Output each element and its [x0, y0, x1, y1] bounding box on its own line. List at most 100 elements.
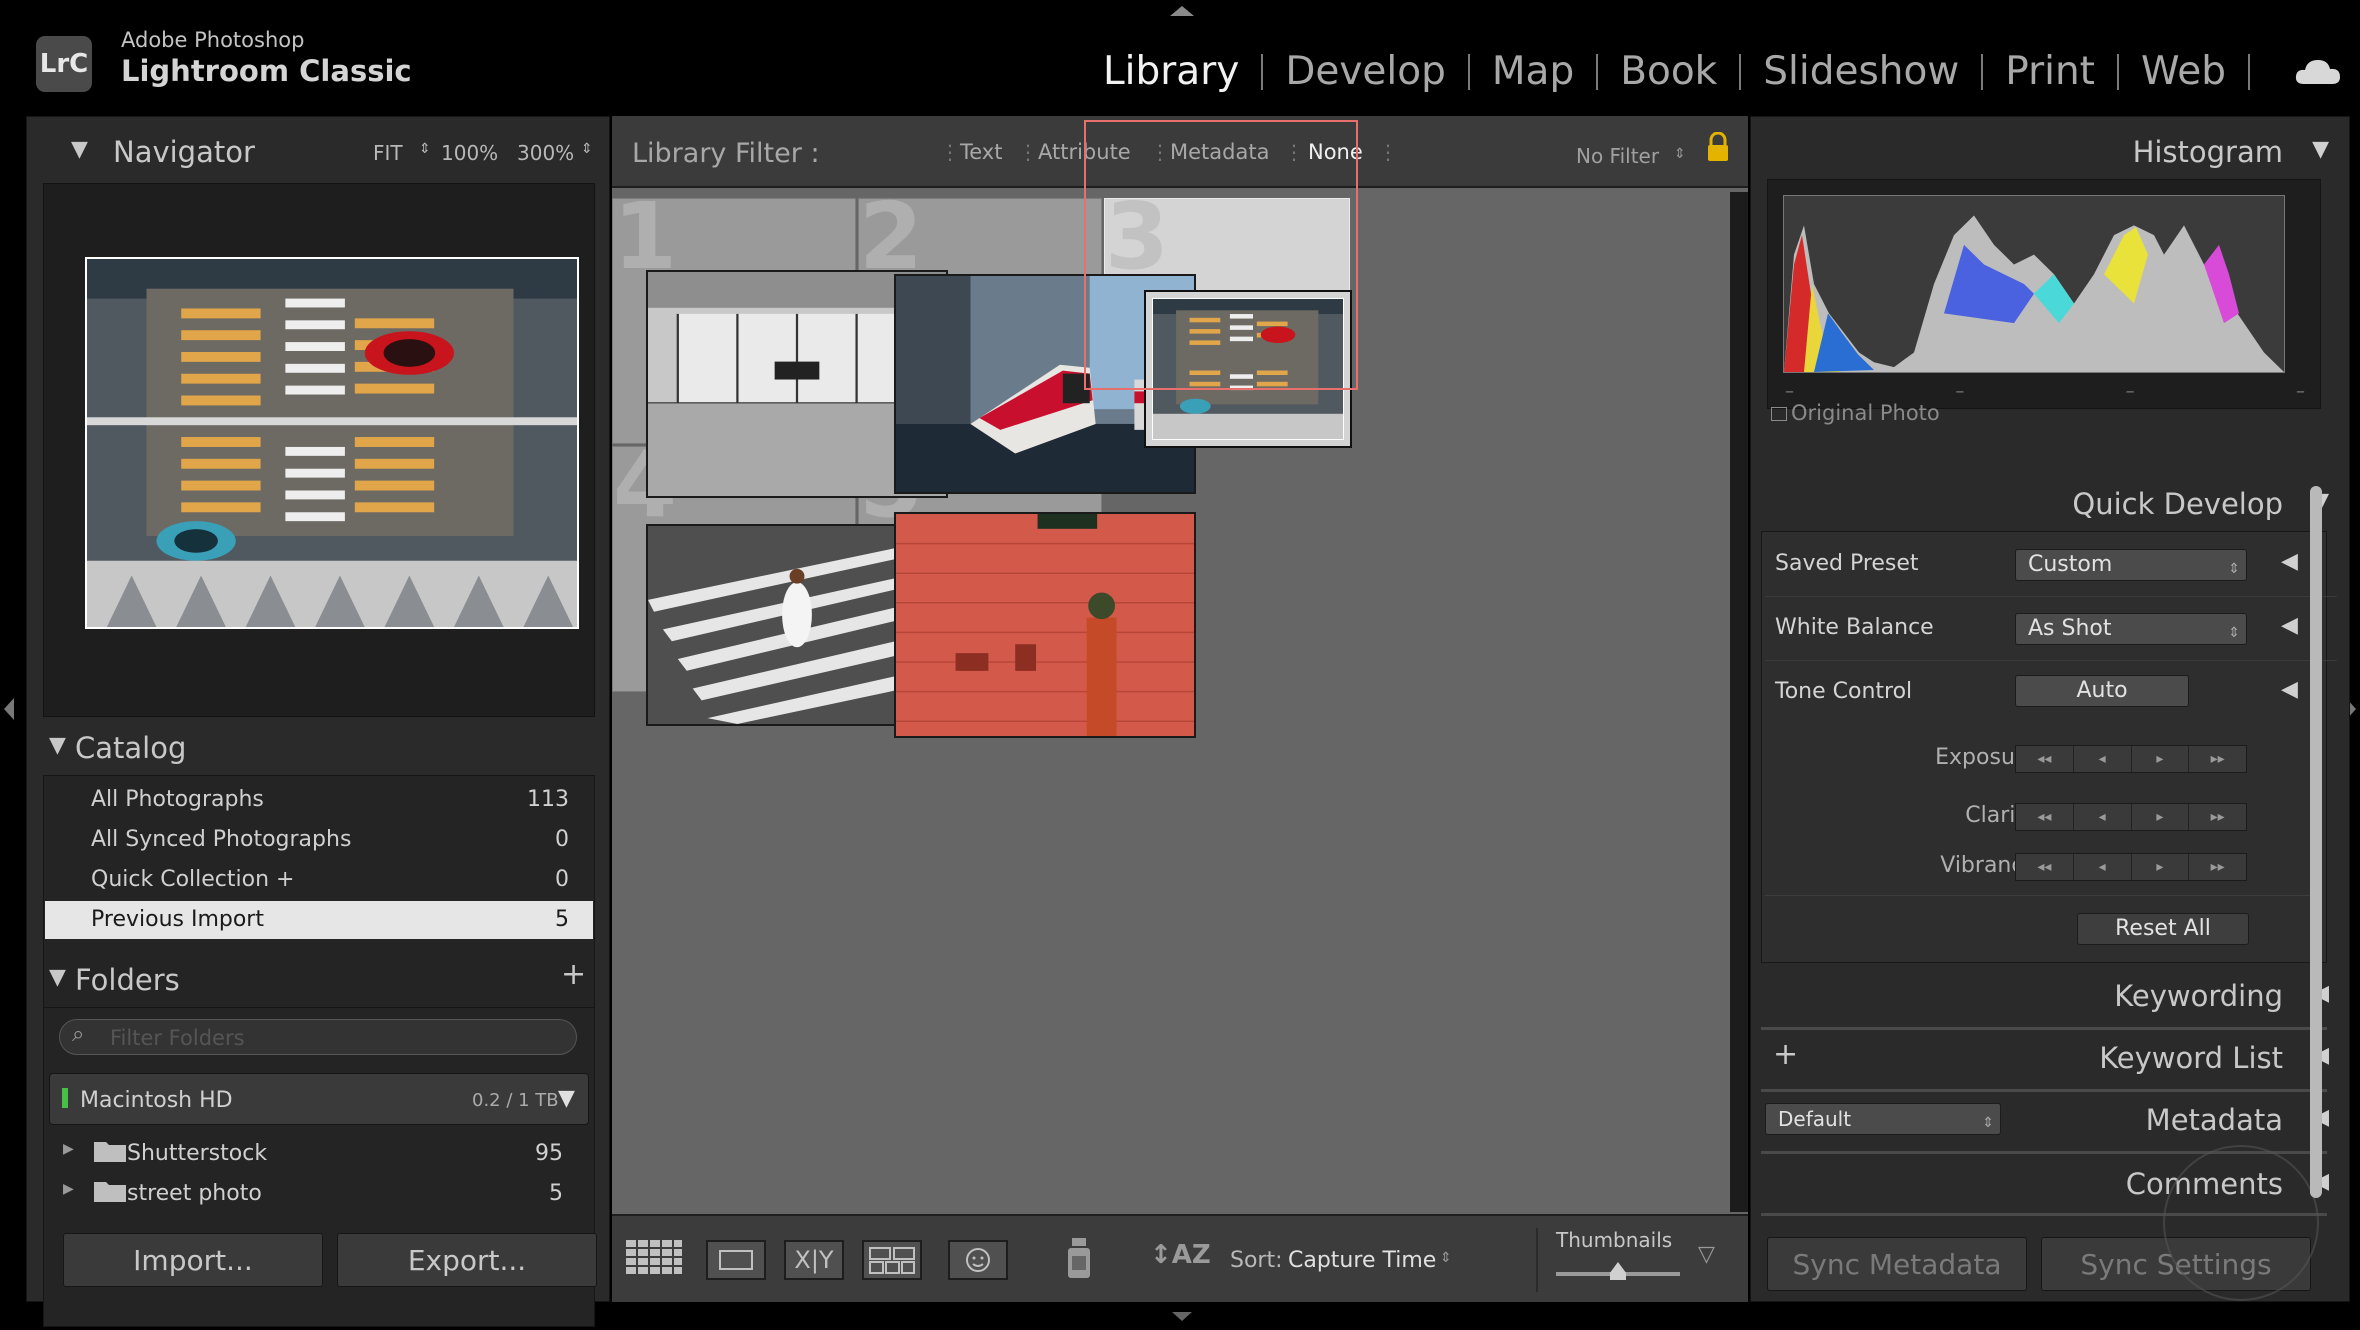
step-down-icon[interactable]: ◂ [2074, 854, 2132, 880]
white-balance-label: White Balance [1775, 615, 1934, 640]
expand-icon[interactable]: ▶ [63, 1141, 74, 1157]
white-balance-row: White Balance As Shot ⇕ ◀ [1765, 599, 2337, 661]
sort-dropdown[interactable]: Capture Time [1288, 1248, 1436, 1273]
folders-collapse-icon[interactable]: ▼ [49, 965, 66, 990]
export-button[interactable]: Export... [337, 1233, 597, 1287]
import-button[interactable]: Import... [63, 1233, 323, 1287]
module-library[interactable]: Library [1081, 44, 1261, 100]
top-collapse-arrow[interactable] [1170, 6, 1194, 16]
slider-knob[interactable] [1610, 1262, 1626, 1280]
toolbar-menu-icon[interactable]: ▽ [1698, 1242, 1715, 1267]
volume-collapse-icon[interactable]: ▼ [558, 1086, 575, 1111]
white-balance-value: As Shot [2028, 616, 2112, 641]
metadata-title[interactable]: Metadata [2146, 1103, 2283, 1137]
module-book[interactable]: Book [1598, 44, 1739, 100]
saved-preset-value: Custom [2028, 552, 2113, 577]
compare-view-icon[interactable]: X|Y [784, 1240, 844, 1280]
tone-control-collapse-icon[interactable]: ◀ [2281, 677, 2298, 702]
step-down-icon[interactable]: ◂ [2074, 804, 2132, 830]
folder-count: 5 [549, 1181, 563, 1206]
step-down-large-icon[interactable]: ◂◂ [2016, 854, 2074, 880]
zoom-100[interactable]: 100% [441, 141, 498, 165]
module-slideshow[interactable]: Slideshow [1741, 44, 1981, 100]
folder-filter-field[interactable]: ⌕ Filter Folders [59, 1019, 577, 1055]
filter-preset-dropdown[interactable]: No Filter [1576, 144, 1659, 168]
step-down-large-icon[interactable]: ◂◂ [2016, 804, 2074, 830]
keyword-list-title[interactable]: Keyword List [2099, 1041, 2283, 1075]
clarity-stepper[interactable]: ◂◂ ◂ ▸ ▸▸ [2015, 803, 2247, 831]
metadata-preset-dropdown[interactable]: Default ⇕ [1765, 1103, 2001, 1135]
auto-tone-button[interactable]: Auto [2015, 675, 2189, 707]
module-map[interactable]: Map [1470, 44, 1596, 100]
right-scrollbar[interactable] [2310, 486, 2322, 1198]
catalog-collapse-icon[interactable]: ▼ [49, 733, 66, 758]
keywording-title[interactable]: Keywording [2114, 979, 2283, 1013]
thumbnail-size-slider[interactable] [1556, 1262, 1680, 1280]
navigator-collapse-icon[interactable]: ▼ [71, 137, 88, 162]
step-up-large-icon[interactable]: ▸▸ [2189, 854, 2246, 880]
reset-all-button[interactable]: Reset All [2077, 913, 2249, 945]
add-folder-icon[interactable]: + [561, 957, 586, 992]
exposure-stepper[interactable]: ◂◂ ◂ ▸ ▸▸ [2015, 745, 2247, 773]
folder-count: 95 [535, 1141, 563, 1166]
catalog-item-quick-collection[interactable]: Quick Collection + 0 [45, 861, 593, 899]
sort-label: Sort: [1230, 1248, 1283, 1273]
spinner-icon: ⇕ [1982, 1115, 1994, 1131]
left-edge-arrow[interactable] [4, 698, 14, 720]
lock-icon[interactable] [1706, 132, 1730, 162]
folder-row-shutterstock[interactable]: ▶ Shutterstock 95 [45, 1133, 593, 1171]
qd-divider [1765, 895, 2321, 896]
people-view-icon[interactable] [948, 1240, 1008, 1280]
saved-preset-expand-icon[interactable]: ◀ [2281, 549, 2298, 574]
catalog-item-count: 113 [527, 787, 569, 812]
add-keyword-icon[interactable]: + [1773, 1037, 1798, 1072]
search-icon: ⌕ [72, 1022, 85, 1047]
survey-view-icon[interactable] [862, 1240, 922, 1280]
volume-label: Macintosh HD [80, 1088, 233, 1113]
zoom-fit[interactable]: FIT [373, 141, 403, 165]
folder-row-street-photo[interactable]: ▶ street photo 5 [45, 1173, 593, 1211]
step-up-icon[interactable]: ▸ [2132, 854, 2190, 880]
sort-spinner-icon[interactable]: ⇕ [1440, 1250, 1452, 1266]
module-print[interactable]: Print [1983, 44, 2117, 100]
vibrance-stepper[interactable]: ◂◂ ◂ ▸ ▸▸ [2015, 853, 2247, 881]
catalog-item-count: 5 [555, 907, 569, 932]
zoom-fit-spinner-icon[interactable]: ⇕ [419, 141, 431, 157]
step-up-icon[interactable]: ▸ [2132, 804, 2190, 830]
module-web[interactable]: Web [2119, 44, 2248, 100]
loupe-view-icon[interactable] [706, 1240, 766, 1280]
painter-spray-icon[interactable] [1064, 1236, 1094, 1280]
sync-metadata-button[interactable]: Sync Metadata [1767, 1237, 2027, 1291]
catalog-title: Catalog [75, 731, 187, 765]
bottom-collapse-arrow[interactable] [1172, 1312, 1192, 1321]
original-photo-checkbox[interactable] [1771, 407, 1787, 421]
module-develop[interactable]: Develop [1263, 44, 1468, 100]
step-up-icon[interactable]: ▸ [2132, 746, 2190, 772]
catalog-item-all-photographs[interactable]: All Photographs 113 [45, 781, 593, 819]
step-up-large-icon[interactable]: ▸▸ [2189, 746, 2246, 772]
sort-direction-icon[interactable]: ↕AZ [1150, 1240, 1211, 1270]
catalog-item-all-synced-photographs[interactable]: All Synced Photographs 0 [45, 821, 593, 859]
step-down-icon[interactable]: ◂ [2074, 746, 2132, 772]
folder-icon [94, 1182, 126, 1202]
catalog-item-previous-import[interactable]: Previous Import 5 [45, 901, 593, 939]
volume-row[interactable]: Macintosh HD 0.2 / 1 TB ▼ [49, 1073, 589, 1125]
thumbnail-5[interactable] [894, 512, 1196, 738]
step-up-large-icon[interactable]: ▸▸ [2189, 804, 2246, 830]
module-picker: Library Develop Map Book Slideshow Print… [1081, 44, 2250, 100]
filter-preset-spinner-icon[interactable]: ⇕ [1674, 146, 1686, 162]
saved-preset-dropdown[interactable]: Custom ⇕ [2015, 549, 2247, 581]
folder-icon [94, 1142, 126, 1162]
navigator-preview-image[interactable] [85, 257, 579, 629]
zoom-300-spinner-icon[interactable]: ⇕ [581, 141, 593, 157]
histogram-collapse-icon[interactable]: ▼ [2312, 137, 2329, 162]
thumbnails-label: Thumbnails [1556, 1228, 1673, 1252]
expand-icon[interactable]: ▶ [63, 1181, 74, 1197]
grid-view-icon[interactable] [624, 1238, 684, 1278]
zoom-300[interactable]: 300% [517, 141, 574, 165]
white-balance-expand-icon[interactable]: ◀ [2281, 613, 2298, 638]
cloud-sync-icon[interactable] [2294, 56, 2342, 86]
white-balance-dropdown[interactable]: As Shot ⇕ [2015, 613, 2247, 645]
filter-text[interactable]: Text [960, 140, 1002, 164]
step-down-large-icon[interactable]: ◂◂ [2016, 746, 2074, 772]
